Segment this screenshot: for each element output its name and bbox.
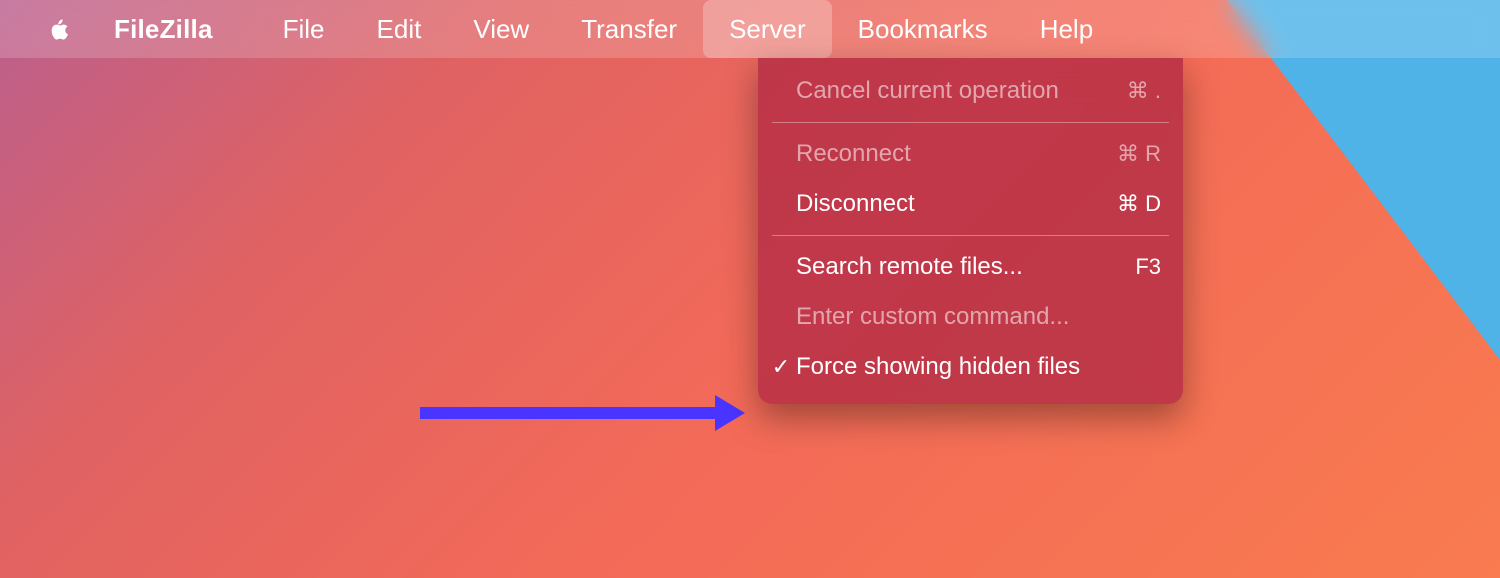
menuitem-search-remote[interactable]: Search remote files... F3 [758,242,1183,292]
menuitem-reconnect: Reconnect ⌘ R [758,129,1183,179]
menuitem-shortcut: ⌘ . [1101,78,1161,104]
annotation-arrow [420,400,745,426]
menubar: FileZilla File Edit View Transfer Server… [0,0,1500,58]
menu-help[interactable]: Help [1014,0,1119,58]
menuitem-shortcut: ⌘ D [1101,191,1161,217]
menuitem-shortcut: ⌘ R [1101,141,1161,167]
menuitem-label: Search remote files... [796,253,1101,281]
menu-separator [772,235,1169,236]
menu-transfer[interactable]: Transfer [555,0,703,58]
app-name[interactable]: FileZilla [114,14,213,45]
menu-edit[interactable]: Edit [351,0,448,58]
menuitem-enter-command: Enter custom command... [758,292,1183,342]
arrow-head-icon [715,395,745,431]
menuitem-force-hidden-files[interactable]: ✓ Force showing hidden files [758,342,1183,392]
arrow-shaft [420,407,715,419]
menuitem-disconnect[interactable]: Disconnect ⌘ D [758,179,1183,229]
menu-separator [772,122,1169,123]
desktop: FileZilla File Edit View Transfer Server… [0,0,1500,578]
menu-file[interactable]: File [257,0,351,58]
check-icon: ✓ [766,354,796,380]
menuitem-cancel-operation: Cancel current operation ⌘ . [758,66,1183,116]
menuitem-label: Disconnect [796,190,1101,218]
menuitem-shortcut: F3 [1101,254,1161,280]
server-dropdown: Cancel current operation ⌘ . Reconnect ⌘… [758,58,1183,404]
menuitem-label: Enter custom command... [796,303,1101,331]
menu-view[interactable]: View [447,0,555,58]
menuitem-label: Cancel current operation [796,77,1101,105]
menu-server[interactable]: Server [703,0,832,58]
menu-bookmarks[interactable]: Bookmarks [832,0,1014,58]
apple-logo-icon[interactable] [44,15,72,43]
menuitem-label: Reconnect [796,140,1101,168]
menuitem-label: Force showing hidden files [796,353,1101,381]
